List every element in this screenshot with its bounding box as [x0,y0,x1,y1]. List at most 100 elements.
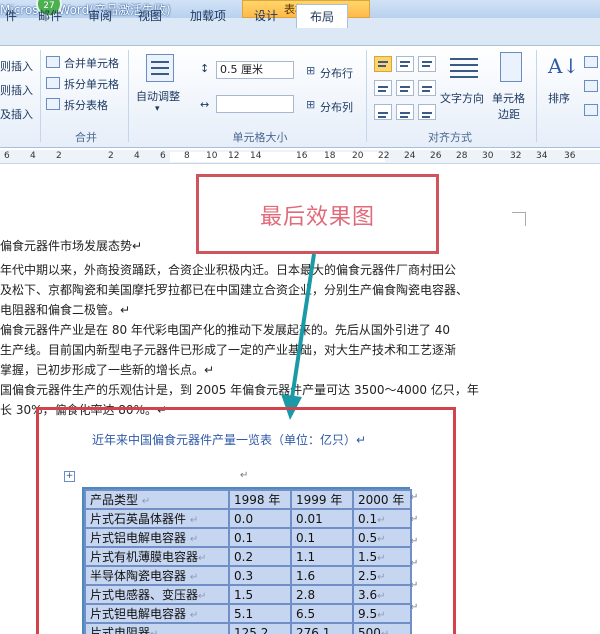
align-top-right-button[interactable] [418,56,436,72]
align-top-center-button[interactable] [396,56,414,72]
ruler-tick: 34 [536,151,548,161]
sort-button[interactable]: 排序 [548,90,570,106]
insert-left-button[interactable]: 则插入 [0,82,33,98]
callout-box: 最后效果图 [196,174,439,254]
table-cell[interactable]: 1.5↵ [352,546,412,567]
alignment-group-label: 对齐方式 [428,131,472,144]
split-table-button[interactable]: 拆分表格 [64,97,108,113]
align-bottom-right-button[interactable] [418,104,436,120]
table-cell[interactable]: 1999 年 [290,489,354,510]
table-cell[interactable]: 片式钽电解电容器 ↵ [84,603,230,624]
align-bottom-center-button[interactable] [396,104,414,120]
table-cell[interactable]: 5.1 [228,603,292,624]
group-separator [128,50,129,142]
doc-paragraph[interactable]: 掌握，已初步形成了一些新的增长点。↵ [0,362,214,378]
table-cell[interactable]: 0.01 [290,508,354,529]
table-cell[interactable]: 片式电阻器↵ [84,622,230,634]
ruler-tick: 28 [456,151,468,161]
margin-corner-mark [512,212,526,226]
table-move-handle-icon[interactable]: + [64,471,75,482]
doc-paragraph[interactable]: 年代中期以来，外商投资踊跃，合资企业积极内迁。日本最大的偏食元器件厂商村田公 [0,262,456,278]
autofit-chevron-icon[interactable]: ▾ [155,104,160,114]
table-cell[interactable]: 276.1 [290,622,354,634]
table-cell[interactable]: 0.5↵ [352,527,412,548]
autofit-button[interactable]: 自动调整 [136,88,180,104]
tab-file[interactable]: 件 [0,4,22,28]
sort-icon: A↓ [548,54,580,78]
table-cell[interactable]: 0.1 [290,527,354,548]
split-cells-button[interactable]: 拆分单元格 [64,76,119,92]
table-row: 片式石英晶体器件 ↵ 0.0 0.01 0.1↵ [84,508,412,529]
repeat-header-icon[interactable] [584,56,598,68]
table-cell[interactable]: 3.6↵ [352,584,412,605]
insert-above-button[interactable]: 则插入 [0,58,33,74]
convert-to-text-icon[interactable] [584,80,598,92]
col-width-input[interactable] [216,95,294,113]
table-cell[interactable]: 2.5↵ [352,565,412,586]
align-bottom-left-button[interactable] [374,104,392,120]
production-table[interactable]: 产品类型 ↵ 1998 年 1999 年 2000 年 片式石英晶体器件 ↵ 0… [84,489,412,634]
tab-layout[interactable]: 布局 [296,4,348,28]
table-cell[interactable]: 片式铝电解电容器 ↵ [84,527,230,548]
table-row: 产品类型 ↵ 1998 年 1999 年 2000 年 [84,489,412,510]
table-cell[interactable]: 6.5 [290,603,354,624]
ruler-tick: 30 [482,151,494,161]
table-cell[interactable]: 0.3 [228,565,292,586]
doc-paragraph[interactable]: 国偏食元器件生产的乐观估计是，到 2005 年偏食元器件产量可达 3500～40… [0,382,479,398]
table-cell[interactable]: 0.0 [228,508,292,529]
table-cell[interactable]: 125.2 [228,622,292,634]
distribute-cols-icon: ⊞ [306,98,316,111]
tab-review[interactable]: 审阅 [78,4,122,28]
table-cell[interactable]: 0.1↵ [352,508,412,529]
table-cell[interactable]: 2000 年 [352,489,412,510]
table-row: 半导体陶瓷电容器 ↵ 0.3 1.6 2.5↵ [84,565,412,586]
ruler-tick: 2 [56,151,62,161]
doc-paragraph[interactable]: 偏食元器件市场发展态势↵ [0,238,142,254]
text-direction-button[interactable]: 文字方向 [440,90,484,106]
doc-paragraph[interactable]: 电阻器和偏食二极管。↵ [0,302,130,318]
doc-paragraph[interactable]: 及松下、京都陶瓷和美国摩托罗拉都已在中国建立合资企业，分别生产偏食陶瓷电容器、 [0,282,468,298]
formula-icon[interactable] [584,104,598,116]
table-cell[interactable]: 片式电感器、变压器↵ [84,584,230,605]
distribute-cols-button[interactable]: 分布列 [320,99,353,115]
tab-mailings[interactable]: 邮件 [28,4,72,28]
align-top-left-button[interactable] [374,56,392,72]
table-row: 片式电阻器↵ 125.2 276.1 500↵ [84,622,412,634]
doc-paragraph[interactable]: 生产线。目前国内新型电子元器件已形成了一定的产业基础，对大生产技术和工艺逐渐 [0,342,456,358]
align-middle-center-button[interactable] [396,80,414,96]
insert-below-button[interactable]: 及插入 [0,106,33,122]
table-row: 片式电感器、变压器↵ 1.5 2.8 3.6↵ [84,584,412,605]
distribute-rows-button[interactable]: 分布行 [320,65,353,81]
ruler-tick: 8 [184,151,190,161]
row-end-mark: ↵ [410,580,419,591]
tab-addins[interactable]: 加载项 [180,4,236,28]
row-height-input[interactable]: 0.5 厘米 [216,61,294,79]
ruler-tick: 22 [378,151,390,161]
table-cell[interactable]: 2.8 [290,584,354,605]
table-caption[interactable]: 近年来中国偏食元器件产量一览表（单位：亿只）↵ [92,431,366,448]
cell-margins-button[interactable]: 单元格 [492,90,525,106]
table-cell[interactable]: 片式有机薄膜电容器↵ [84,546,230,567]
row-end-mark: ↵ [410,514,419,525]
align-middle-left-button[interactable] [374,80,392,96]
tab-view[interactable]: 视图 [128,4,172,28]
row-end-mark: ↵ [410,492,419,503]
merge-cells-button[interactable]: 合并单元格 [64,55,119,71]
ruler-tick: 4 [30,151,36,161]
table-cell[interactable]: 0.1 [228,527,292,548]
table-cell[interactable]: 1.5 [228,584,292,605]
table-cell[interactable]: 产品类型 ↵ [84,489,230,510]
table-row: 片式钽电解电容器 ↵ 5.1 6.5 9.5↵ [84,603,412,624]
align-middle-right-button[interactable] [418,80,436,96]
table-cell[interactable]: 0.2 [228,546,292,567]
table-cell[interactable]: 1.1 [290,546,354,567]
table-cell[interactable]: 1998 年 [228,489,292,510]
table-cell[interactable]: 500↵ [352,622,412,634]
table-cell[interactable]: 半导体陶瓷电容器 ↵ [84,565,230,586]
table-cell[interactable]: 片式石英晶体器件 ↵ [84,508,230,529]
table-cell[interactable]: 9.5↵ [352,603,412,624]
table-cell[interactable]: 1.6 [290,565,354,586]
doc-paragraph[interactable]: 偏食元器件产业是在 80 年代彩电国产化的推动下发展起来的。先后从国外引进了 4… [0,322,450,338]
ruler-tick: 6 [4,151,10,161]
tab-design[interactable]: 设计 [244,4,288,28]
